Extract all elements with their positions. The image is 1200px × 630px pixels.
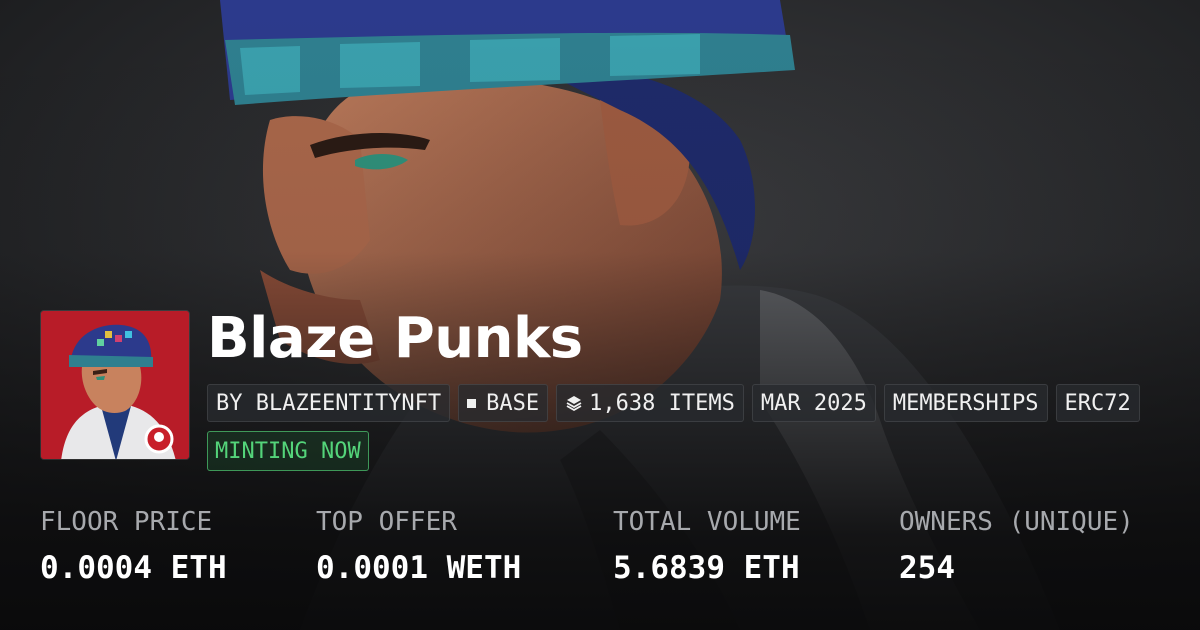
tag-creator[interactable]: BY BLAZEENTITYNFT bbox=[207, 384, 451, 422]
tag-chain-label: BASE bbox=[486, 390, 540, 416]
minting-status-badge: MINTING NOW bbox=[207, 431, 369, 471]
stat-floor-price: FLOOR PRICE 0.0004 ETH bbox=[40, 504, 227, 586]
collection-avatar bbox=[40, 310, 190, 460]
collection-tags: BY BLAZEENTITYNFT BASE 1,638 ITEMS MAR 2… bbox=[207, 384, 1200, 422]
collection-avatar-image bbox=[41, 311, 189, 459]
stat-top-offer: TOP OFFER 0.0001 WETH bbox=[316, 504, 521, 586]
collection-title: Blaze Punks bbox=[207, 306, 583, 371]
stat-value: 254 bbox=[899, 550, 955, 586]
layers-icon bbox=[566, 396, 582, 412]
tag-creator-label: BY BLAZEENTITYNFT bbox=[216, 390, 442, 416]
tag-items[interactable]: 1,638 ITEMS bbox=[556, 384, 744, 422]
tag-chain[interactable]: BASE bbox=[458, 384, 549, 422]
stat-value: 5.6839 ETH bbox=[613, 550, 800, 586]
stat-label: TOP OFFER bbox=[316, 507, 457, 537]
stat-total-volume: TOTAL VOLUME 5.6839 ETH bbox=[613, 504, 801, 586]
tag-standard-label: ERC72 bbox=[1064, 390, 1131, 416]
stat-label: TOTAL VOLUME bbox=[613, 507, 801, 537]
stat-value: 0.0001 WETH bbox=[316, 550, 522, 586]
stat-owners: OWNERS (UNIQUE) 254 bbox=[899, 504, 1134, 586]
tag-category[interactable]: MEMBERSHIPS bbox=[883, 384, 1048, 422]
tag-date[interactable]: MAR 2025 bbox=[751, 384, 876, 422]
stat-label: OWNERS (UNIQUE) bbox=[899, 507, 1134, 537]
stat-label: FLOOR PRICE bbox=[40, 507, 213, 537]
tag-category-label: MEMBERSHIPS bbox=[892, 390, 1039, 416]
tag-items-label: 1,638 ITEMS bbox=[589, 390, 735, 416]
stat-value: 0.0004 ETH bbox=[40, 550, 227, 586]
tag-date-label: MAR 2025 bbox=[760, 390, 867, 416]
tag-standard[interactable]: ERC72 bbox=[1055, 384, 1140, 422]
square-icon bbox=[467, 398, 477, 408]
